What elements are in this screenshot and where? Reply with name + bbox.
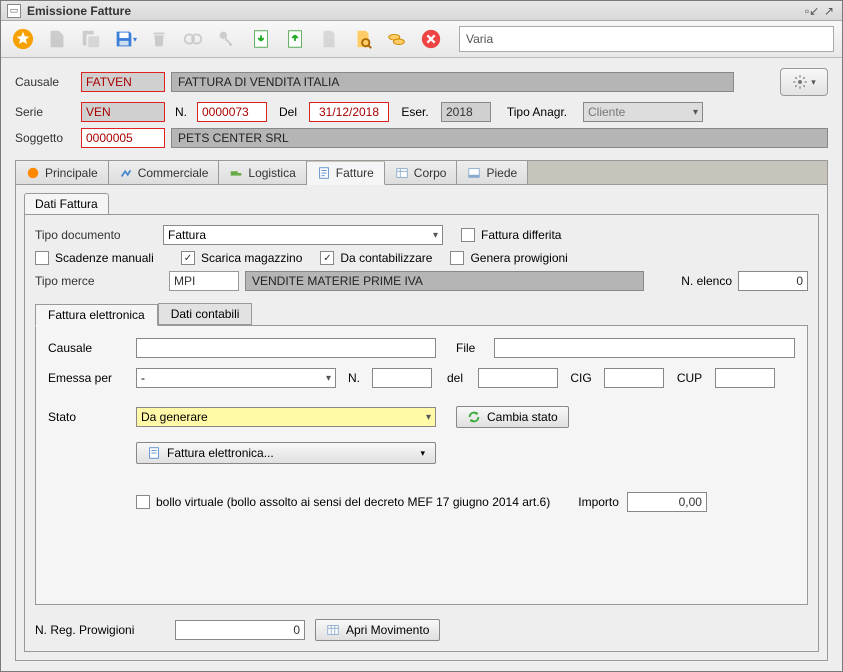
fe-causale-label: Causale: [48, 341, 128, 355]
tab-panel: Dati Fattura Tipo documento Fattura▾ Fat…: [15, 184, 828, 661]
header-row-3: Soggetto 0000005 PETS CENTER SRL: [15, 128, 828, 148]
app-window: ▭ Emissione Fatture ▫↙ ↗ ▾ Varia Causale…: [0, 0, 843, 672]
window-title: Emissione Fatture: [27, 4, 802, 18]
fe-stato-label: Stato: [48, 410, 128, 424]
causale-field[interactable]: FATVEN: [81, 72, 165, 92]
fattura-elettronica-button[interactable]: Fattura elettronica...▾: [136, 442, 436, 464]
coins-icon[interactable]: [383, 25, 411, 53]
document-icon: [315, 25, 343, 53]
n-reg-input[interactable]: [175, 620, 305, 640]
soggetto-desc: PETS CENTER SRL: [171, 128, 828, 148]
tipo-documento-label: Tipo documento: [35, 228, 145, 242]
export-icon[interactable]: [281, 25, 309, 53]
n-elenco-label: N. elenco: [662, 274, 732, 288]
fe-importo-label: Importo: [578, 495, 619, 509]
n-label: N.: [171, 105, 191, 119]
link-icon: [179, 25, 207, 53]
delete-icon: [145, 25, 173, 53]
close-icon[interactable]: [417, 25, 445, 53]
search-input[interactable]: Varia: [459, 26, 834, 52]
fe-del-label: del: [440, 371, 470, 385]
eser-label: Eser.: [395, 105, 435, 119]
tipo-merce-label: Tipo merce: [35, 274, 163, 288]
fe-cup-input[interactable]: [715, 368, 775, 388]
titlebar: ▭ Emissione Fatture ▫↙ ↗: [1, 1, 842, 21]
header-row-1: Causale FATVEN FATTURA DI VENDITA ITALIA…: [15, 68, 828, 96]
causale-label: Causale: [15, 75, 75, 89]
fe-n-input[interactable]: [372, 368, 432, 388]
fe-cup-label: CUP: [672, 371, 707, 385]
fe-file-label: File: [456, 341, 486, 355]
window-icon: ▭: [7, 4, 21, 18]
dati-fattura-panel: Tipo documento Fattura▾ Fattura differit…: [24, 214, 819, 652]
header-row-2: Serie VEN N. 0000073 Del 31/12/2018 Eser…: [15, 102, 828, 122]
cambia-stato-button[interactable]: Cambia stato: [456, 406, 569, 428]
star-icon[interactable]: [9, 25, 37, 53]
fe-file-input[interactable]: [494, 338, 795, 358]
fe-causale-input[interactable]: [136, 338, 436, 358]
fattura-differita-check[interactable]: Fattura differita: [461, 228, 561, 242]
n-elenco-input[interactable]: [738, 271, 808, 291]
fe-emessa-label: Emessa per: [48, 371, 128, 385]
toolbar: ▾ Varia: [1, 21, 842, 58]
tab-fatture[interactable]: Fatture: [307, 162, 385, 185]
content: Causale FATVEN FATTURA DI VENDITA ITALIA…: [1, 58, 842, 671]
del-field[interactable]: 31/12/2018: [309, 102, 389, 122]
soggetto-field[interactable]: 0000005: [81, 128, 165, 148]
import-icon[interactable]: [247, 25, 275, 53]
n-field[interactable]: 0000073: [197, 102, 267, 122]
fe-cig-input[interactable]: [604, 368, 664, 388]
tab-dati-contabili[interactable]: Dati contabili: [158, 303, 253, 325]
subtab-dati-fattura[interactable]: Dati Fattura: [24, 193, 109, 214]
tipo-anagr-select[interactable]: Cliente▾: [583, 102, 703, 122]
da-contabilizzare-check[interactable]: ✓Da contabilizzare: [320, 251, 432, 265]
causale-desc: FATTURA DI VENDITA ITALIA: [171, 72, 734, 92]
fe-n-label: N.: [344, 371, 364, 385]
main-tabs: Principale Commerciale Logistica Fatture…: [15, 160, 828, 184]
search-doc-icon[interactable]: [349, 25, 377, 53]
gear-button[interactable]: ▾: [780, 68, 828, 96]
bollo-virtuale-check[interactable]: bollo virtuale (bollo assolto ai sensi d…: [136, 495, 550, 509]
fe-importo-input[interactable]: [627, 492, 707, 512]
apri-movimento-button[interactable]: Apri Movimento: [315, 619, 440, 641]
serie-label: Serie: [15, 105, 75, 119]
search-placeholder: Varia: [466, 32, 493, 46]
fe-emessa-select[interactable]: -▾: [136, 368, 336, 388]
del-label: Del: [273, 105, 303, 119]
tab-fattura-elettronica[interactable]: Fattura elettronica: [35, 304, 158, 326]
copy-icon: [77, 25, 105, 53]
new-icon: [43, 25, 71, 53]
tab-piede[interactable]: Piede: [457, 161, 528, 184]
tipo-documento-select[interactable]: Fattura▾: [163, 225, 443, 245]
tab-principale[interactable]: Principale: [16, 161, 109, 184]
scarica-magazzino-check[interactable]: ✓Scarica magazzino: [181, 251, 302, 265]
n-reg-label: N. Reg. Prowigioni: [35, 623, 165, 637]
fe-panel: Causale File Emessa per -▾ N. del: [35, 325, 808, 605]
genera-prowigioni-check[interactable]: Genera prowigioni: [450, 251, 567, 265]
tab-corpo[interactable]: Corpo: [385, 161, 458, 184]
key-icon: [213, 25, 241, 53]
maximize-button[interactable]: ↗: [822, 4, 836, 18]
minimize-button[interactable]: ▫↙: [805, 4, 819, 18]
tipo-merce-desc: VENDITE MATERIE PRIME IVA: [245, 271, 644, 291]
soggetto-label: Soggetto: [15, 131, 75, 145]
serie-field[interactable]: VEN: [81, 102, 165, 122]
fe-stato-select[interactable]: Da generare▾: [136, 407, 436, 427]
fe-del-input[interactable]: [478, 368, 558, 388]
eser-field: 2018: [441, 102, 491, 122]
tab-logistica[interactable]: Logistica: [219, 161, 306, 184]
scadenze-manuali-check[interactable]: Scadenze manuali: [35, 251, 163, 265]
tipo-merce-field[interactable]: MPI: [169, 271, 239, 291]
fe-cig-label: CIG: [566, 371, 596, 385]
tab-commerciale[interactable]: Commerciale: [109, 161, 220, 184]
tipo-anagr-label: Tipo Anagr.: [497, 105, 577, 119]
save-icon[interactable]: ▾: [111, 25, 139, 53]
